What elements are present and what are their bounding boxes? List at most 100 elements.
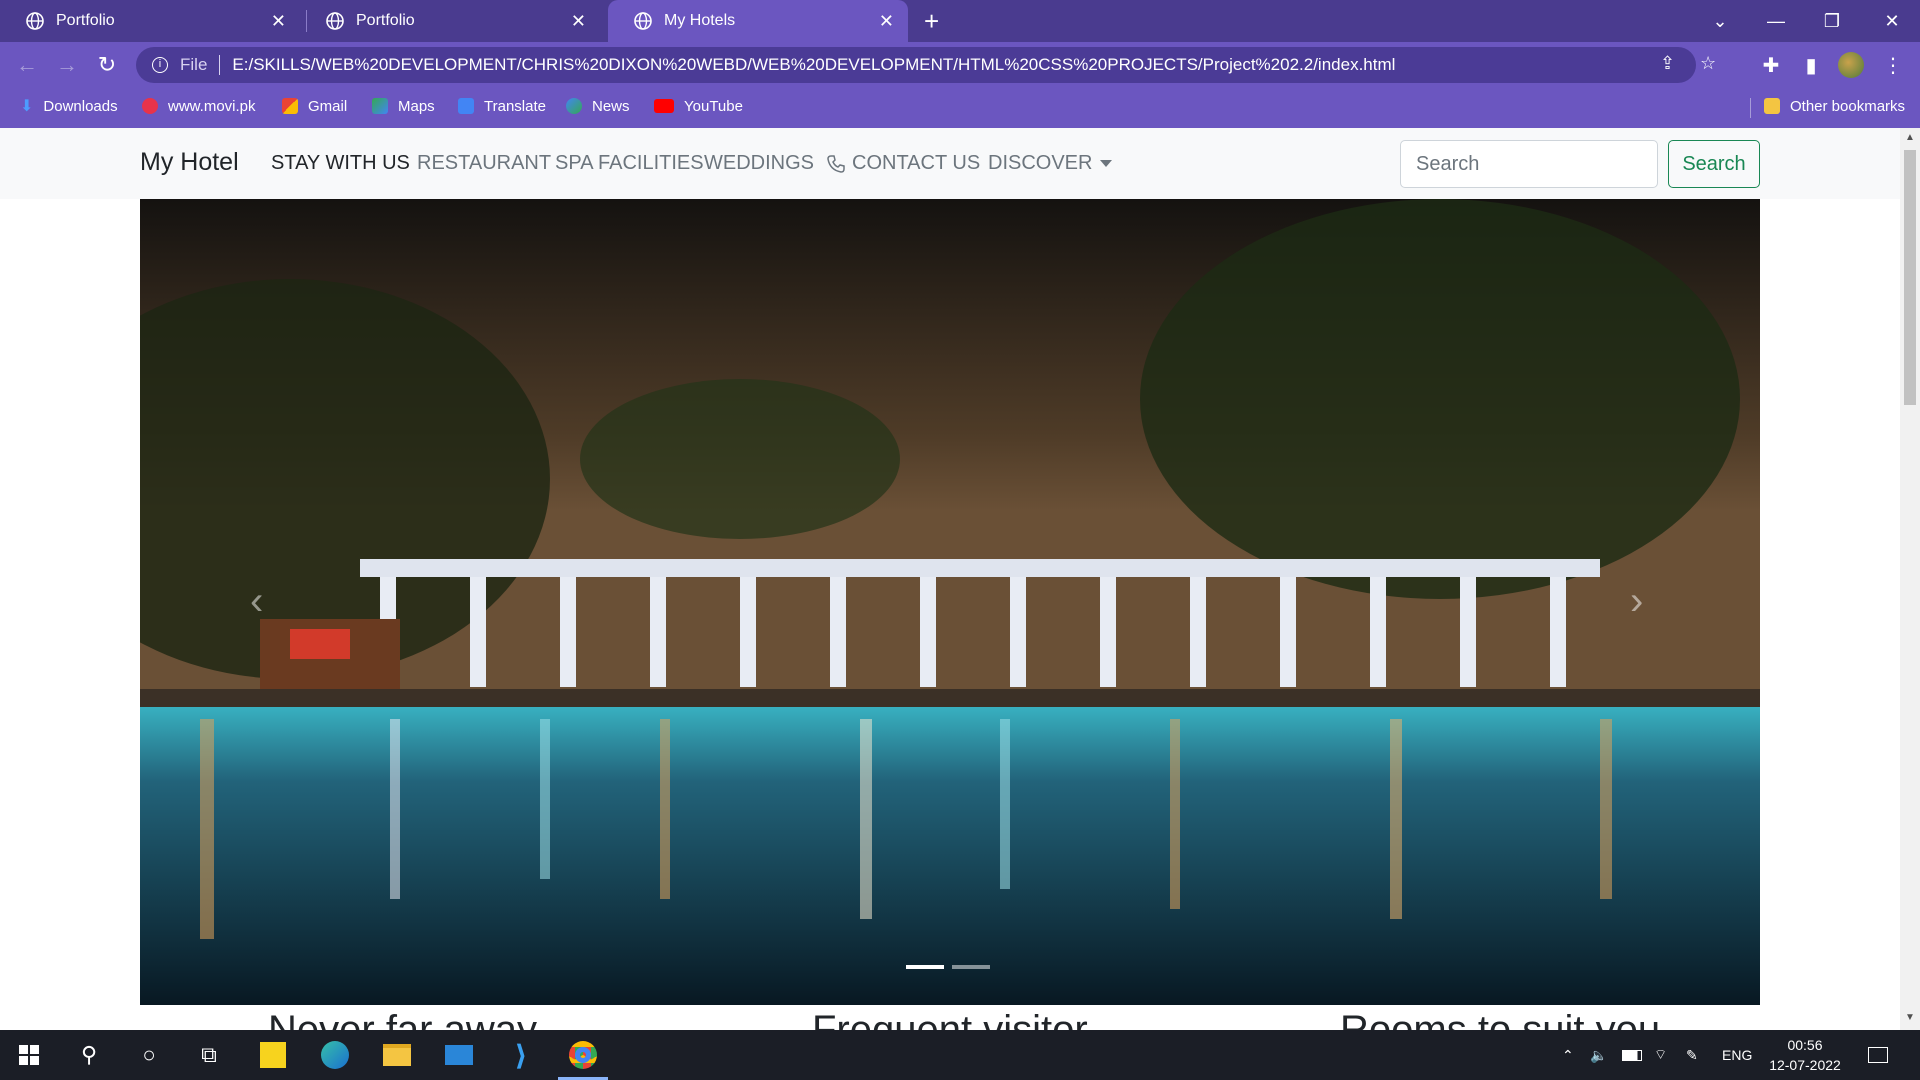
search-icon[interactable]: ⚲ [60,1030,118,1080]
bookmark-movi[interactable]: www.movi.pk [142,88,256,124]
avatar[interactable] [1836,50,1866,80]
bookmark-label: YouTube [684,97,743,115]
battery-icon[interactable] [1622,1030,1642,1080]
pen-icon[interactable]: ✎ [1686,1030,1698,1080]
folder-icon [1764,98,1780,114]
sticky-notes-icon[interactable] [244,1030,302,1080]
browser-tab-active[interactable]: My Hotels ✕ [608,0,908,42]
bookmark-label: Other bookmarks [1790,97,1906,115]
divider [219,55,221,75]
language-indicator[interactable]: ENG [1722,1030,1752,1080]
close-icon[interactable]: ✕ [879,11,894,32]
task-view-icon[interactable]: ⧉ [180,1030,238,1080]
restore-button[interactable]: ❐ [1804,0,1860,42]
bookmark-label: Downloads [43,97,118,115]
youtube-icon [654,99,674,113]
bookmark-youtube[interactable]: YouTube [654,88,743,124]
edge-icon[interactable] [306,1030,364,1080]
nav-weddings[interactable]: WEDDINGS [704,152,814,175]
vscode-icon[interactable]: ⟩ [492,1030,550,1080]
bookmark-other[interactable]: Other bookmarks [1764,88,1905,124]
search-button[interactable]: Search [1668,140,1760,188]
browser-toolbar: ← → ↻ i File E:/SKILLS/WEB%20DEVELOPMENT… [0,42,1920,88]
scroll-thumb[interactable] [1904,150,1916,405]
close-icon[interactable]: ✕ [271,11,286,32]
new-tab-button[interactable]: + [924,6,939,37]
scroll-up-icon[interactable]: ▲ [1905,132,1915,143]
movi-icon [142,98,158,114]
address-bar[interactable]: i File E:/SKILLS/WEB%20DEVELOPMENT/CHRIS… [136,47,1716,83]
gmail-icon [282,98,298,114]
scheme-label: File [180,55,208,74]
feature-heading: Never far away [268,1008,537,1030]
news-icon [566,98,582,114]
reload-icon[interactable]: ↻ [92,50,122,80]
info-icon[interactable]: i [152,57,168,73]
browser-tab[interactable]: Portfolio ✕ [300,0,600,42]
scroll-down-icon[interactable]: ▼ [1905,1012,1915,1023]
tab-title: My Hotels [664,12,736,29]
carousel-indicator[interactable] [906,965,944,969]
bookmark-star-icon[interactable]: ☆ [1700,53,1716,74]
tab-search-icon[interactable]: ⌄ [1692,0,1748,42]
clock-date: 12-07-2022 [1769,1057,1841,1073]
phone-icon [827,154,845,173]
page-scrollbar[interactable]: ▲ ▼ [1900,128,1920,1030]
nav-spa-facilities[interactable]: SPA FACILITIES [555,152,704,175]
extensions-icon[interactable]: ✚ [1756,50,1786,80]
wifi-icon[interactable]: ⌔ [1654,1030,1667,1080]
bookmark-label: Maps [398,97,435,115]
clock-time: 00:56 [1787,1037,1823,1053]
close-icon[interactable]: ✕ [571,11,586,32]
nav-stay-with-us[interactable]: STAY WITH US [271,152,410,175]
browser-tab[interactable]: Portfolio ✕ [0,0,300,42]
carousel-indicator[interactable] [952,965,990,969]
site-navbar: My Hotel STAY WITH US RESTAURANT SPA FAC… [0,128,1900,199]
notifications-icon[interactable] [1868,1030,1888,1080]
bookmark-label: Translate [484,97,546,115]
carousel-indicators [906,965,990,969]
back-icon[interactable]: ← [12,50,42,80]
close-window-button[interactable]: ✕ [1864,0,1920,42]
site-brand[interactable]: My Hotel [140,148,239,177]
divider [1750,98,1751,118]
globe-icon [26,12,44,30]
share-icon[interactable]: ⇪ [1660,53,1675,74]
bookmark-maps[interactable]: Maps [372,88,435,124]
nav-restaurant[interactable]: RESTAURANT [417,152,551,175]
mail-icon[interactable] [430,1030,488,1080]
nav-label: DISCOVER [988,152,1093,174]
show-hidden-icons[interactable]: ⌃ [1562,1030,1574,1080]
chrome-icon[interactable] [554,1030,612,1080]
cortana-icon[interactable]: ○ [120,1030,178,1080]
maps-icon [372,98,388,114]
bookmark-news[interactable]: News [566,88,630,124]
windows-taskbar: ⚲ ○ ⧉ ⟩ ⌃ 🔈 ⌔ ✎ ENG 00:56 12-07-2022 [0,1030,1920,1080]
side-panel-icon[interactable]: ▮ [1796,50,1826,80]
bookmark-label: Gmail [308,97,348,115]
nav-label: CONTACT US [852,152,981,174]
bookmark-translate[interactable]: Translate [458,88,546,124]
browser-tab-strip: Portfolio ✕ Portfolio ✕ My Hotels ✕ + ⌄ … [0,0,1920,42]
carousel-prev-button[interactable]: ‹ [250,579,263,624]
bookmark-gmail[interactable]: Gmail [282,88,347,124]
nav-discover-dropdown[interactable]: DISCOVER [988,152,1113,175]
menu-icon[interactable]: ⋮ [1878,50,1908,80]
volume-icon[interactable]: 🔈 [1590,1030,1607,1080]
bookmarks-bar: ⬇ Downloads www.movi.pk Gmail Maps Trans… [0,88,1920,128]
system-clock[interactable]: 00:56 12-07-2022 [1760,1035,1850,1075]
translate-icon [458,98,474,114]
globe-icon [326,12,344,30]
minimize-button[interactable]: — [1748,0,1804,42]
feature-heading: Rooms to suit you [1340,1008,1661,1030]
tab-title: Portfolio [56,12,115,29]
hotel-pool-night-image [140,199,1760,1005]
bookmark-downloads[interactable]: ⬇ Downloads [20,88,118,124]
carousel-next-button[interactable]: › [1630,579,1643,624]
windows-start-icon[interactable] [0,1030,58,1080]
url-text: E:/SKILLS/WEB%20DEVELOPMENT/CHRIS%20DIXO… [232,55,1396,74]
nav-contact-us[interactable]: CONTACT US [826,152,980,175]
file-explorer-icon[interactable] [368,1030,426,1080]
forward-icon[interactable]: → [52,50,82,80]
search-input[interactable] [1400,140,1658,188]
